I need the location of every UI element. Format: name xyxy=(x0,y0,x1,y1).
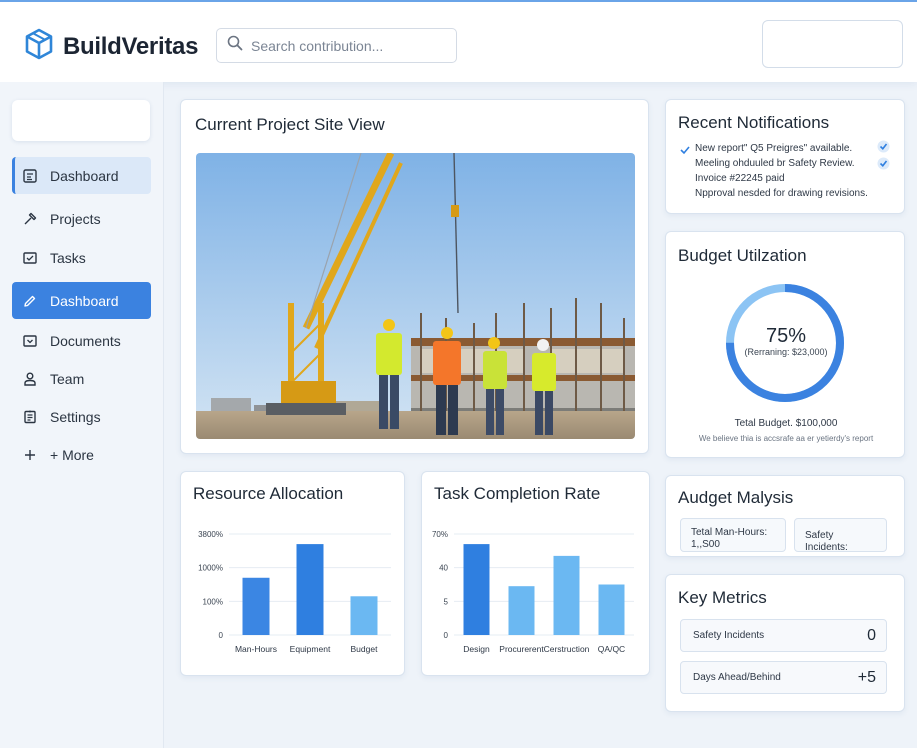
metric-row-safety[interactable]: Safety Incidents 0 xyxy=(680,619,887,652)
sidebar: Dashboard Projects Tasks Dashboard Docum… xyxy=(0,82,164,748)
task-completion-card: Task Completion Rate 0 5 40 70% Design Procur… xyxy=(421,471,650,676)
search-input[interactable] xyxy=(251,37,451,54)
budget-footnote: We believe thia is accsrafe aa er yetier… xyxy=(698,434,874,443)
y-tick-label: 3800% xyxy=(198,530,223,539)
man-hours-box[interactable]: Tetal Man-Hours: 1,,S00 xyxy=(680,518,786,552)
logo[interactable]: BuildVeritas xyxy=(24,28,198,65)
sidebar-item-team[interactable]: Team xyxy=(12,360,151,397)
x-tick-label: QA/QC xyxy=(598,644,625,654)
bar xyxy=(296,544,324,635)
y-tick-label: 5 xyxy=(444,597,449,606)
sidebar-item-label: + More xyxy=(50,446,94,463)
site-photo xyxy=(196,153,635,439)
analysis-title: Audget Malysis xyxy=(678,488,794,507)
cube-logo-icon xyxy=(24,28,54,65)
person-icon xyxy=(22,371,38,387)
dashboard-icon xyxy=(22,168,38,184)
bar xyxy=(598,584,625,635)
budget-total: Tetal Budget. $100,000 xyxy=(734,418,838,429)
sidebar-item-dashboard[interactable]: Dashboard xyxy=(12,157,151,194)
safety-incidents-label: Safety Incidents: xyxy=(805,530,848,553)
man-hours-value: 1,,S00 xyxy=(691,539,720,550)
budget-remaining: (Rerraning: $23,000) xyxy=(744,347,828,357)
bar xyxy=(350,596,378,635)
site-view-card: Current Project Site View xyxy=(180,99,649,454)
bar xyxy=(553,555,580,635)
sidebar-item-label: Dashboard xyxy=(50,167,119,184)
notifications-card: Recent Notifications New report" Q5 Prei… xyxy=(665,99,905,214)
metric-row-schedule[interactable]: Days Ahead/Behind +5 xyxy=(680,661,887,694)
notification-item[interactable]: New report" Q5 Preigres" available. xyxy=(695,143,852,154)
y-tick-label: 70% xyxy=(432,530,448,539)
app-name: BuildVeritas xyxy=(63,32,199,60)
check-icon xyxy=(680,142,690,160)
settings-icon xyxy=(22,409,38,425)
checkbox-checked-icon[interactable] xyxy=(877,157,890,175)
budget-analysis-card: Audget Malysis Tetal Man-Hours: 1,,S00 S… xyxy=(665,475,905,557)
search-icon xyxy=(227,35,243,56)
sidebar-item-settings[interactable]: Settings xyxy=(12,398,151,435)
x-tick-label: Equipment xyxy=(290,644,331,654)
sidebar-item-projects[interactable]: Projects xyxy=(12,200,151,237)
metric-label: Safety Incidents xyxy=(693,630,765,641)
sidebar-item-label: Documents xyxy=(50,332,121,349)
pencil-icon xyxy=(22,293,38,309)
sidebar-item-label: Team xyxy=(50,370,85,387)
notification-item[interactable]: Meeling ohduuled br Safety Review. xyxy=(695,158,855,169)
search-box[interactable] xyxy=(216,28,457,63)
sidebar-item-label: Projects xyxy=(50,210,101,227)
notification-item[interactable]: Invoice #22245 paid xyxy=(695,173,785,184)
sidebar-item-label: Dashboard xyxy=(50,292,119,309)
sidebar-item-documents[interactable]: Documents xyxy=(12,322,151,359)
safety-incidents-box[interactable]: Safety Incidents: xyxy=(794,518,887,553)
documents-icon xyxy=(22,333,38,349)
x-tick-label: Budget xyxy=(351,644,379,654)
y-tick-label: 0 xyxy=(219,631,224,640)
x-tick-label: Design xyxy=(463,644,490,654)
y-tick-label: 1000% xyxy=(198,564,223,573)
task-completion-chart: 0 5 40 70% Design Procurerent Cerstruction QA/Q… xyxy=(432,530,634,654)
user-menu-box[interactable] xyxy=(762,20,903,68)
top-bar: BuildVeritas xyxy=(0,0,917,82)
y-tick-label: 0 xyxy=(444,631,449,640)
resource-allocation-chart: 0 100% 1000% 3800% Man-Hours Equipment Budget xyxy=(198,530,391,654)
bar xyxy=(242,577,270,635)
man-hours-label: Tetal Man-Hours: xyxy=(691,527,768,538)
hammer-icon xyxy=(22,211,38,227)
notifications-title: Recent Notifications xyxy=(678,113,830,132)
y-tick-label: 40 xyxy=(439,564,448,573)
plus-icon xyxy=(22,447,38,463)
sidebar-header-box[interactable] xyxy=(12,100,150,141)
x-tick-label: Procurerent xyxy=(499,644,544,654)
x-tick-label: Man-Hours xyxy=(235,644,277,654)
sidebar-item-label: Settings xyxy=(50,408,101,425)
site-view-title: Current Project Site View xyxy=(195,115,385,134)
x-tick-label: Cerstruction xyxy=(544,644,590,654)
resource-allocation-card: Resource Allocation 0 100% 1000% 3800% Man-H… xyxy=(180,471,405,676)
sidebar-item-dashboard-active[interactable]: Dashboard xyxy=(12,282,151,319)
sidebar-item-label: Tasks xyxy=(50,249,86,266)
budget-card: Budget Utilzation 75% (Rerraning: $23,00… xyxy=(665,231,905,458)
sidebar-item-more[interactable]: + More xyxy=(12,436,151,473)
checkbox-checked-icon[interactable] xyxy=(877,140,890,158)
notification-item[interactable]: Npproval nesded for drawing revisions. xyxy=(695,188,868,199)
metric-label: Days Ahead/Behind xyxy=(693,672,781,683)
key-metrics-card: Key Metrics Safety Incidents 0 Days Ahea… xyxy=(665,574,905,712)
bar xyxy=(463,544,490,635)
sidebar-item-tasks[interactable]: Tasks xyxy=(12,239,151,276)
bar xyxy=(508,586,535,635)
budget-percent: 75% xyxy=(765,325,807,347)
metric-value: 0 xyxy=(867,626,876,644)
tasks-icon xyxy=(22,250,38,266)
key-metrics-title: Key Metrics xyxy=(678,588,767,607)
y-tick-label: 100% xyxy=(203,597,223,606)
metric-value: +5 xyxy=(857,668,876,686)
